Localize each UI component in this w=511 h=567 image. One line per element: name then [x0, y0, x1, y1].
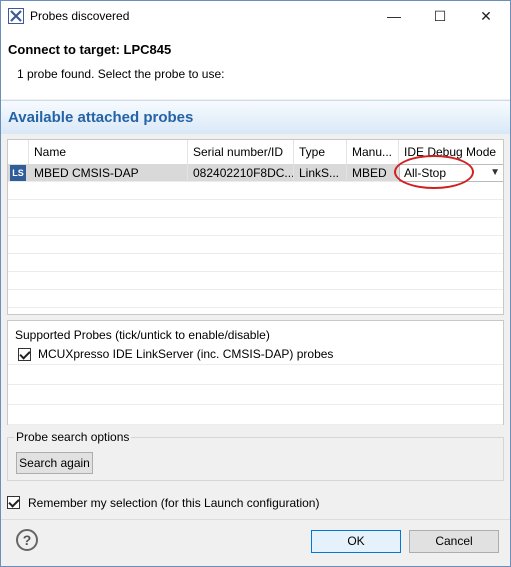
- section-heading-band: Available attached probes: [1, 100, 510, 134]
- highlight-annotation-ellipse: [394, 155, 474, 189]
- table-row-empty: [8, 254, 503, 272]
- close-button[interactable]: ✕: [463, 1, 509, 31]
- ok-button[interactable]: OK: [311, 530, 401, 553]
- window-title: Probes discovered: [30, 9, 130, 23]
- remember-selection-checkbox[interactable]: [7, 496, 20, 509]
- supported-probes-list: Supported Probes (tick/untick to enable/…: [7, 320, 504, 425]
- probe-type-cell: LinkS...: [294, 164, 347, 182]
- header-description: 1 probe found. Select the probe to use:: [17, 67, 225, 81]
- table-row-empty: [8, 272, 503, 290]
- linkserver-probes-checkbox[interactable]: [18, 348, 31, 361]
- header-title: Connect to target: LPC845: [8, 42, 172, 57]
- table-row-empty: [8, 200, 503, 218]
- list-item-empty: [8, 365, 503, 385]
- linkserver-probes-label: MCUXpresso IDE LinkServer (inc. CMSIS-DA…: [38, 347, 334, 361]
- app-icon: [8, 8, 24, 24]
- section-title: Available attached probes: [8, 109, 194, 126]
- chevron-down-icon[interactable]: ▼: [490, 165, 500, 181]
- dialog-window: Probes discovered — ☐ ✕ Connect to targe…: [0, 0, 511, 567]
- column-header-manufacturer[interactable]: Manu...: [347, 140, 399, 164]
- probe-table[interactable]: Name Serial number/ID Type Manu... IDE D…: [7, 139, 504, 315]
- column-header-serial[interactable]: Serial number/ID: [188, 140, 294, 164]
- linkserver-icon: LS: [10, 165, 26, 181]
- dialog-header: Connect to target: LPC845 1 probe found.…: [1, 31, 510, 99]
- table-row-empty: [8, 290, 503, 308]
- help-icon[interactable]: ?: [16, 529, 38, 551]
- table-row-empty: [8, 236, 503, 254]
- title-bar: Probes discovered — ☐ ✕: [1, 1, 510, 31]
- maximize-button[interactable]: ☐: [417, 1, 463, 31]
- probe-search-options-legend: Probe search options: [14, 430, 132, 444]
- probe-manufacturer-cell: MBED: [347, 164, 399, 182]
- list-item-empty: [8, 385, 503, 405]
- probe-name-cell: MBED CMSIS-DAP: [29, 164, 188, 182]
- supported-probes-title: Supported Probes (tick/untick to enable/…: [15, 328, 270, 342]
- list-item-empty: [8, 405, 503, 425]
- probe-serial-cell: 082402210F8DC...: [188, 164, 294, 182]
- column-header-type[interactable]: Type: [294, 140, 347, 164]
- minimize-button[interactable]: —: [371, 1, 417, 31]
- list-item[interactable]: MCUXpresso IDE LinkServer (inc. CMSIS-DA…: [8, 345, 503, 365]
- probe-search-options-group: Probe search options Search again: [7, 430, 504, 481]
- remember-selection-label: Remember my selection (for this Launch c…: [28, 496, 320, 510]
- table-row-empty: [8, 218, 503, 236]
- column-header-name[interactable]: Name: [29, 140, 188, 164]
- column-header-icon: [8, 140, 29, 164]
- search-again-button[interactable]: Search again: [16, 452, 93, 474]
- footer-separator: [1, 519, 510, 520]
- cancel-button[interactable]: Cancel: [409, 530, 499, 553]
